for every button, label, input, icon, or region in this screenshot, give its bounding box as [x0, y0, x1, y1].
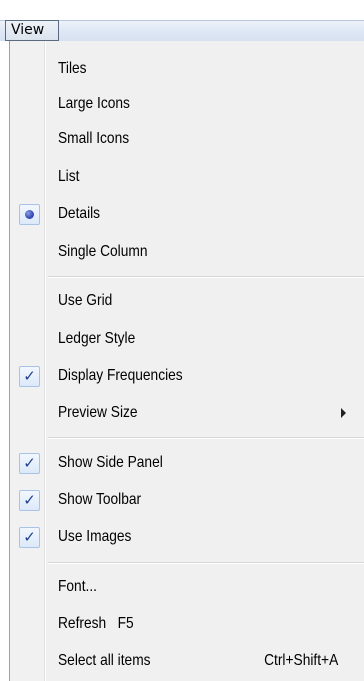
menu-item-label: List — [58, 168, 80, 185]
menu-item-label: Ledger Style — [58, 330, 136, 347]
menu-item-display-frequencies[interactable]: ✓ Display Frequencies — [10, 358, 364, 394]
check-indicator-box: ✓ — [19, 527, 40, 548]
radio-indicator-box — [19, 204, 40, 225]
menu-item-show-side-panel[interactable]: ✓ Show Side Panel — [10, 445, 364, 481]
application-window: View Tiles Large Icons Small Icons List … — [0, 0, 364, 681]
menu-item-label: Show Toolbar — [58, 491, 142, 508]
submenu-arrow-icon — [341, 408, 346, 418]
menu-item-label: Large Icons — [58, 95, 130, 112]
view-dropdown-menu: Tiles Large Icons Small Icons List Detai… — [9, 41, 364, 681]
checkmark-icon: ✓ — [23, 491, 36, 509]
menu-item-tiles[interactable]: Tiles — [10, 51, 364, 87]
menu-item-refresh[interactable]: Refresh F5 — [10, 606, 364, 642]
menu-item-single-column[interactable]: Single Column — [10, 234, 364, 270]
radio-selected-icon — [25, 210, 34, 219]
menu-item-font[interactable]: Font... — [10, 569, 364, 605]
menu-item-label: Refresh F5 — [58, 615, 134, 632]
checkmark-icon: ✓ — [23, 454, 36, 472]
menu-item-shortcut: Ctrl+Shift+A — [263, 652, 338, 669]
menu-separator — [48, 276, 364, 278]
menu-item-large-icons[interactable]: Large Icons — [10, 86, 364, 122]
menu-item-use-images[interactable]: ✓ Use Images — [10, 519, 364, 555]
check-indicator-box: ✓ — [19, 490, 40, 511]
menu-item-list[interactable]: List — [10, 159, 364, 195]
menu-item-label: Preview Size — [58, 404, 138, 421]
check-indicator-box: ✓ — [19, 453, 40, 474]
menu-item-details[interactable]: Details — [10, 196, 364, 232]
menu-item-ledger-style[interactable]: Ledger Style — [10, 321, 364, 357]
menu-item-small-icons[interactable]: Small Icons — [10, 121, 364, 157]
menu-separator — [48, 437, 364, 439]
menu-item-label: Details — [58, 205, 101, 222]
check-indicator-box: ✓ — [19, 366, 40, 387]
menu-item-label: Single Column — [58, 243, 148, 260]
checkmark-icon: ✓ — [23, 367, 36, 385]
menu-item-label: Select all items — [58, 652, 151, 669]
menu-item-select-all-items[interactable]: Select all items Ctrl+Shift+A — [10, 643, 364, 679]
menu-item-label: Use Grid — [58, 292, 113, 309]
menu-item-preview-size[interactable]: Preview Size — [10, 395, 364, 431]
checkmark-icon: ✓ — [23, 528, 36, 546]
view-menu-button[interactable]: View — [5, 20, 59, 41]
menu-item-label: Font... — [58, 578, 98, 595]
menu-item-show-toolbar[interactable]: ✓ Show Toolbar — [10, 482, 364, 518]
menu-item-label: Small Icons — [58, 130, 130, 147]
menu-item-label: Use Images — [58, 528, 132, 545]
menu-bar: View — [0, 0, 364, 41]
menu-item-label: Show Side Panel — [58, 454, 163, 471]
menu-separator — [48, 562, 364, 564]
menu-item-use-grid[interactable]: Use Grid — [10, 283, 364, 319]
menu-item-label: Tiles — [58, 60, 87, 77]
menu-item-label: Display Frequencies — [58, 367, 183, 384]
